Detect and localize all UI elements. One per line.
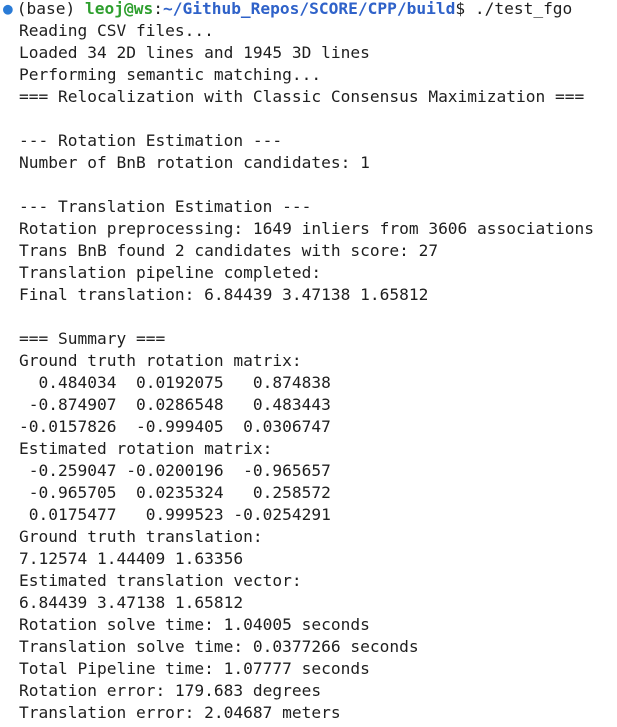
output-line: 0.484034 0.0192075 0.874838: [19, 373, 331, 392]
output-line: Translation pipeline completed:: [19, 263, 322, 282]
terminal-window[interactable]: ● (base) leoj@ws:~/Github_Repos/SCORE/CPP…: [0, 0, 617, 727]
output-line: -0.259047 -0.0200196 -0.965657: [19, 461, 331, 480]
output-line: 7.12574 1.44409 1.63356: [19, 549, 244, 568]
status-dot-icon: ●: [3, 0, 13, 18]
current-directory: ~/Github_Repos/SCORE/CPP/build: [162, 0, 456, 18]
output-line: === Relocalization with Classic Consensu…: [19, 87, 585, 106]
output-line: Rotation error: 179.683 degrees: [19, 681, 322, 700]
output-line: Ground truth rotation matrix:: [19, 351, 302, 370]
prompt-symbol: $: [455, 0, 475, 18]
output-line: -0.965705 0.0235324 0.258572: [19, 483, 331, 502]
output-line: 0.0175477 0.999523 -0.0254291: [19, 505, 331, 524]
output-line: Ground truth translation:: [19, 527, 263, 546]
output-line: Performing semantic matching...: [19, 65, 322, 84]
terminal-lines: ● (base) leoj@ws:~/Github_Repos/SCORE/CPP…: [1, 0, 594, 724]
prompt-line: ● (base) leoj@ws:~/Github_Repos/SCORE/CPP…: [1, 0, 594, 20]
output-line: Trans BnB found 2 candidates with score:…: [19, 241, 439, 260]
output-line: === Summary ===: [19, 329, 166, 348]
output-line: Estimated translation vector:: [19, 571, 302, 590]
output-line: Estimated rotation matrix:: [19, 439, 273, 458]
output-line: Number of BnB rotation candidates: 1: [19, 153, 370, 172]
output-line: -0.0157826 -0.999405 0.0306747: [19, 417, 331, 436]
output-line: Translation solve time: 0.0377266 second…: [19, 637, 419, 656]
conda-env: (base): [16, 0, 85, 18]
prompt-separator: :: [153, 0, 163, 18]
output-line: Loaded 34 2D lines and 1945 3D lines: [19, 43, 370, 62]
output-line: Final translation: 6.84439 3.47138 1.658…: [19, 285, 429, 304]
output-line: 6.84439 3.47138 1.65812: [19, 593, 244, 612]
output-line: Translation error: 2.04687 meters: [19, 703, 341, 722]
output-line: -0.874907 0.0286548 0.483443: [19, 395, 331, 414]
output-line: --- Rotation Estimation ---: [19, 131, 283, 150]
output-line: Total Pipeline time: 1.07777 seconds: [19, 659, 370, 678]
command-text: ./test_fgo: [474, 0, 573, 18]
output-line: Rotation preprocessing: 1649 inliers fro…: [19, 219, 594, 238]
output-line: --- Translation Estimation ---: [19, 197, 312, 216]
output-line: Rotation solve time: 1.04005 seconds: [19, 615, 370, 634]
output-line: Reading CSV files...: [19, 21, 214, 40]
terminal-output: Reading CSV files... Loaded 34 2D lines a…: [1, 20, 594, 724]
user-host: leoj@ws: [84, 0, 154, 18]
